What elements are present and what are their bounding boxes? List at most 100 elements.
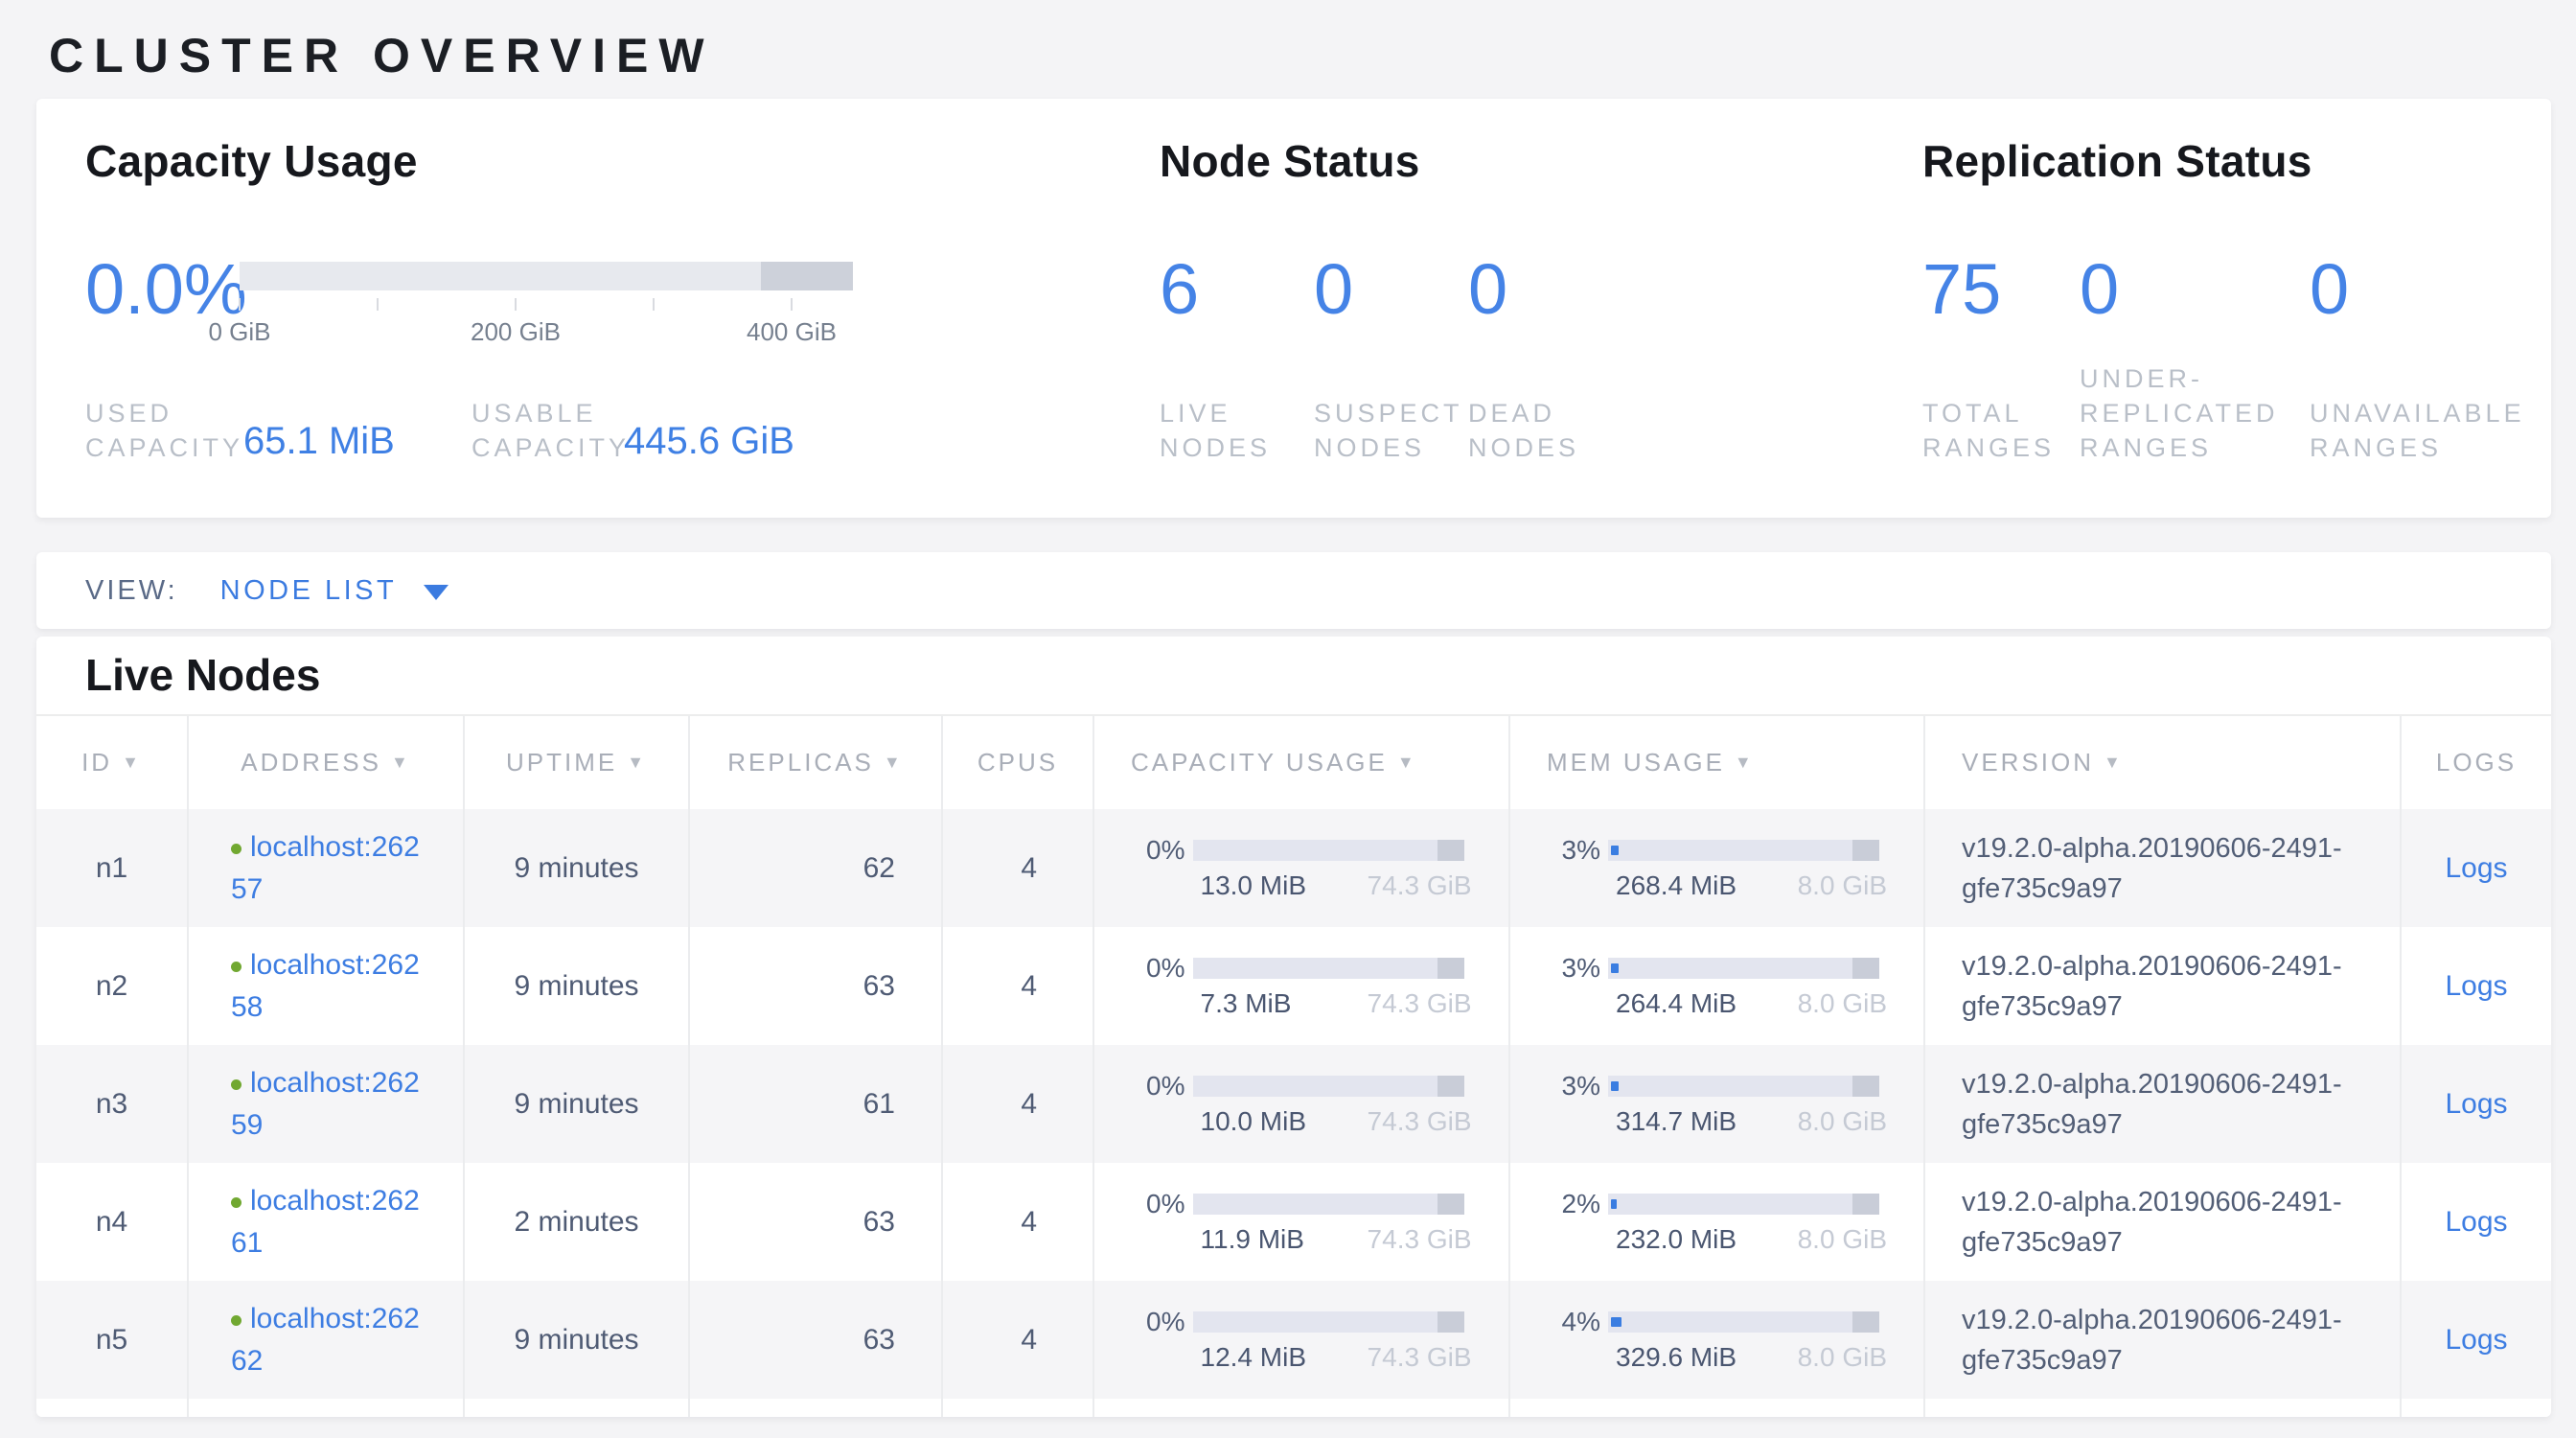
node-address-link[interactable]: localhost:26258 [231, 949, 420, 1023]
view-label: VIEW: [85, 575, 178, 607]
column-header-mem-usage[interactable]: MEM USAGE ▼ [1508, 716, 1923, 809]
column-header-replicas[interactable]: REPLICAS▼ [688, 716, 941, 809]
capacity-usage-bar-end-segment [1438, 1311, 1464, 1333]
empty-cell [463, 1399, 688, 1417]
column-header-id[interactable]: ID▼ [36, 716, 187, 809]
empty-cell [2400, 1399, 2551, 1417]
unavailable-ranges-label: UNAVAILABLERANGES [2310, 396, 2525, 465]
capacity-usage-bar [1193, 840, 1464, 861]
node-address: localhost:26262 [189, 1298, 423, 1382]
capacity-usage-cell: 0%13.0 MiB74.3 GiB [1092, 809, 1508, 927]
node-version: v19.2.0-alpha.20190606-2491-gfe735c9a97 [1925, 1300, 2382, 1380]
total-ranges-label: TOTALRANGES [1922, 396, 2055, 465]
mem-usage-bar-row: 3% [1547, 1072, 1887, 1101]
column-header-version[interactable]: VERSION▼ [1923, 716, 2400, 809]
node-uptime-cell: 9 minutes [463, 1281, 688, 1399]
column-header-address[interactable]: ADDRESS▼ [187, 716, 463, 809]
node-address-link[interactable]: localhost:26262 [231, 1303, 420, 1377]
node-address-cell: localhost:26258 [187, 927, 463, 1045]
capacity-used-value: 11.9 MiB [1201, 1224, 1304, 1255]
node-address-link[interactable]: localhost:26261 [231, 1185, 420, 1259]
capacity-usage-cell-content: 0%11.9 MiB74.3 GiB [1132, 1190, 1472, 1255]
column-header-uptime[interactable]: UPTIME▼ [463, 716, 688, 809]
capacity-usage-percent: 0% [1132, 1189, 1193, 1219]
column-header-label: MEM USAGE [1547, 748, 1725, 777]
mem-usage-cell-content: 3%268.4 MiB8.0 GiB [1547, 836, 1887, 901]
view-bar: VIEW: NODE LIST [36, 552, 2551, 629]
sort-arrow-icon: ▼ [122, 753, 142, 773]
mem-usage-bar [1608, 1311, 1879, 1333]
logs-link[interactable]: Logs [2445, 852, 2507, 885]
node-address-cell: localhost:26261 [187, 1163, 463, 1281]
mem-usage-percent: 3% [1547, 835, 1608, 866]
column-header-logs: LOGS [2400, 716, 2551, 809]
node-version-cell: v19.2.0-alpha.20190606-2491-gfe735c9a97 [1923, 927, 2400, 1045]
capacity-summary-bar-end-segment [761, 262, 853, 290]
logs-link[interactable]: Logs [2445, 1088, 2507, 1121]
node-live-status-icon [231, 962, 242, 972]
sort-arrow-icon: ▼ [884, 753, 904, 773]
suspect-nodes-label: SUSPECTNODES [1314, 396, 1463, 465]
axis-tick [791, 298, 793, 311]
capacity-usage-cell-content: 0% 12.4 MiB74.3 GiB [1132, 1308, 1472, 1373]
column-header-capacity-usage[interactable]: CAPACITY USAGE▼ [1092, 716, 1508, 809]
mem-usage-bar-row: 2% [1547, 1190, 1887, 1218]
page-title: CLUSTER OVERVIEW [49, 29, 2551, 82]
mem-used-value: 314.7 MiB [1616, 1106, 1736, 1137]
table-body: n1localhost:262579 minutes6240%13.0 MiB7… [36, 809, 2551, 1417]
mem-usage-cell: 3%314.7 MiB8.0 GiB [1508, 1045, 1923, 1163]
axis-tick-label: 0 GiB [163, 317, 316, 347]
capacity-usage-labels: 12.4 MiB74.3 GiB [1201, 1342, 1472, 1373]
mem-usage-percent: 3% [1547, 1071, 1608, 1102]
mem-total-value: 8.0 GiB [1798, 1342, 1887, 1373]
capacity-used-value: 13.0 MiB [1201, 870, 1307, 901]
dead-nodes-count: 0 [1468, 254, 1507, 325]
node-id-cell: n2 [36, 927, 187, 1045]
capacity-usage-bar [1193, 1076, 1464, 1097]
mem-usage-bar-fill [1611, 1317, 1622, 1327]
mem-usage-bar-fill [1611, 963, 1619, 973]
capacity-usage-percent: 0% [1132, 835, 1193, 866]
capacity-usage-bar-row: 0% [1132, 1308, 1472, 1336]
logs-link[interactable]: Logs [2445, 970, 2507, 1003]
chevron-down-icon [424, 585, 448, 600]
sort-arrow-icon: ▼ [627, 753, 647, 773]
capacity-usage-bar-row: 0% [1132, 1190, 1472, 1218]
mem-usage-bar-end-segment [1852, 1076, 1879, 1097]
column-header-label: LOGS [2436, 748, 2517, 777]
capacity-total-value: 74.3 GiB [1368, 1106, 1472, 1137]
node-address-cell: localhost:26259 [187, 1045, 463, 1163]
capacity-usage-cell: 0%11.9 MiB74.3 GiB [1092, 1163, 1508, 1281]
axis-tick [239, 298, 241, 311]
node-logs-cell: Logs [2400, 927, 2551, 1045]
mem-usage-bar [1608, 1076, 1879, 1097]
axis-tick [515, 298, 517, 311]
node-cpus-cell: 4 [941, 1281, 1092, 1399]
sort-arrow-icon: ▼ [1735, 753, 1755, 773]
node-id-cell: n4 [36, 1163, 187, 1281]
usable-capacity-label: USABLECAPACITY [472, 396, 630, 465]
node-replicas-cell: 61 [688, 1045, 941, 1163]
logs-link[interactable]: Logs [2445, 1324, 2507, 1357]
logs-link[interactable]: Logs [2445, 1206, 2507, 1239]
capacity-usage-cell-content: 0%10.0 MiB74.3 GiB [1132, 1072, 1472, 1137]
capacity-usage-percent: 0% [1132, 1071, 1193, 1102]
capacity-usage-labels: 7.3 MiB74.3 GiB [1201, 988, 1472, 1019]
mem-used-value: 329.6 MiB [1616, 1342, 1736, 1373]
node-logs-cell: Logs [2400, 809, 2551, 927]
mem-usage-bar-row: 4% [1547, 1308, 1887, 1336]
view-dropdown[interactable]: NODE LIST [178, 575, 449, 607]
capacity-usage-cell: 0% 12.4 MiB74.3 GiB [1092, 1281, 1508, 1399]
capacity-usage-bar-end-segment [1438, 1194, 1464, 1215]
capacity-usage-bar-end-segment [1438, 1076, 1464, 1097]
table-row: n2localhost:262589 minutes6340%7.3 MiB74… [36, 927, 2551, 1045]
total-ranges-count: 75 [1922, 254, 2001, 325]
mem-usage-percent: 2% [1547, 1189, 1608, 1219]
node-live-status-icon [231, 844, 242, 854]
node-address-link[interactable]: localhost:26259 [231, 1067, 420, 1141]
node-address-link[interactable]: localhost:26257 [231, 831, 420, 905]
unavailable-ranges-count: 0 [2310, 254, 2349, 325]
axis-tick-label: 400 GiB [715, 317, 868, 347]
mem-usage-labels: 264.4 MiB8.0 GiB [1616, 988, 1887, 1019]
node-live-status-icon [231, 1315, 242, 1326]
